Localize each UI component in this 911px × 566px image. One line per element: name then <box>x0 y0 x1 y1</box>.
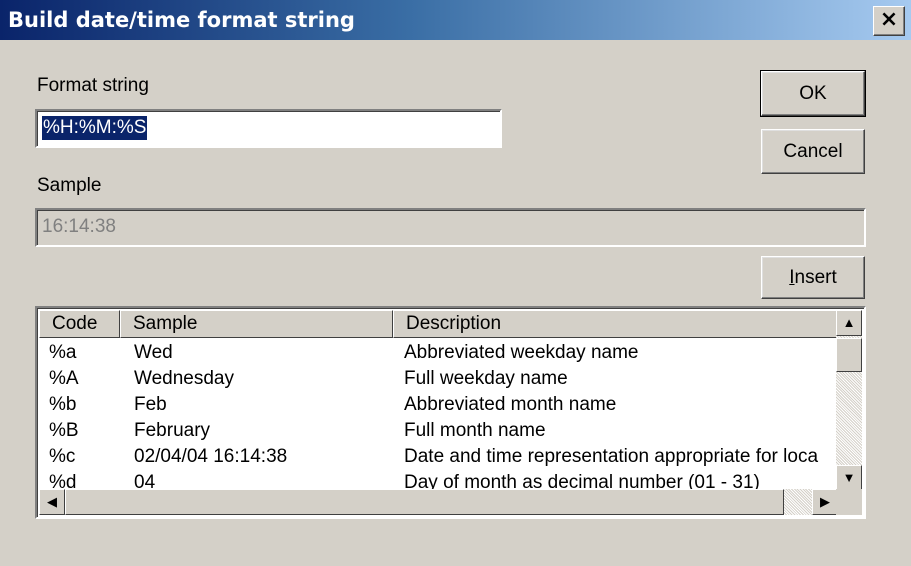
description-cell: Full month name <box>404 420 546 441</box>
sample-cell: 04 <box>134 472 156 491</box>
column-header-code[interactable]: Code <box>39 310 120 338</box>
code-cell: %B <box>49 420 79 441</box>
format-string-label: Format string <box>37 75 149 96</box>
format-code-list[interactable]: Code Sample Description %a Wed Abbreviat… <box>35 306 866 519</box>
ok-button[interactable]: OK <box>760 70 866 117</box>
scrollbar-corner <box>836 489 862 515</box>
close-icon: × <box>879 7 899 32</box>
sample-cell: Feb <box>134 394 167 415</box>
arrow-down-icon: ▼ <box>842 470 856 485</box>
horizontal-scroll-thumb[interactable] <box>65 489 784 515</box>
cancel-button-label: Cancel <box>783 141 843 162</box>
code-cell: %A <box>49 368 79 389</box>
sample-cell: Wednesday <box>134 368 234 389</box>
description-cell: Full weekday name <box>404 368 568 389</box>
description-cell: Day of month as decimal number (01 - 31) <box>404 472 760 491</box>
arrow-up-icon: ▲ <box>842 315 856 330</box>
vertical-scroll-thumb[interactable] <box>836 338 862 372</box>
sample-cell: 02/04/04 16:14:38 <box>134 446 288 467</box>
code-cell: %d <box>49 472 77 491</box>
insert-button[interactable]: Insert <box>761 256 865 299</box>
list-row[interactable]: %c 02/04/04 16:14:38 Date and time repre… <box>39 444 836 470</box>
close-button[interactable]: × <box>873 6 905 36</box>
description-cell: Abbreviated weekday name <box>404 342 639 363</box>
column-header-description[interactable]: Description <box>393 310 838 338</box>
code-cell: %b <box>49 394 77 415</box>
scroll-right-button[interactable]: ▶ <box>812 489 838 515</box>
description-cell: Date and time representation appropriate… <box>404 446 819 467</box>
sample-field: 16:14:38 <box>35 208 866 247</box>
sample-cell: February <box>134 420 211 441</box>
title-bar: Build date/time format string × <box>0 0 911 40</box>
code-cell: %a <box>49 342 77 363</box>
cancel-button[interactable]: Cancel <box>761 129 865 174</box>
scroll-left-button[interactable]: ◀ <box>39 489 65 515</box>
arrow-right-icon: ▶ <box>820 494 830 509</box>
sample-cell: Wed <box>134 342 173 363</box>
format-dialog: Build date/time format string × Format s… <box>0 0 911 566</box>
sample-value: 16:14:38 <box>42 216 116 237</box>
sample-label: Sample <box>37 175 102 196</box>
code-cell: %c <box>49 446 76 467</box>
column-header-sample[interactable]: Sample <box>120 310 393 338</box>
scroll-down-button[interactable]: ▼ <box>836 465 862 491</box>
list-row[interactable]: %d 04 Day of month as decimal number (01… <box>39 470 836 491</box>
format-string-input[interactable]: %H:%M:%S <box>35 109 502 148</box>
dialog-title: Build date/time format string <box>8 8 355 32</box>
scroll-up-button[interactable]: ▲ <box>836 310 862 336</box>
arrow-left-icon: ◀ <box>47 494 57 509</box>
format-string-value: %H:%M:%S <box>42 116 148 140</box>
horizontal-scrollbar[interactable]: ◀ ▶ <box>39 489 838 515</box>
vertical-scrollbar[interactable]: ▲ ▼ <box>836 310 862 491</box>
description-cell: Abbreviated month name <box>404 394 617 415</box>
ok-button-label: OK <box>799 83 827 104</box>
insert-label: nsert <box>794 267 837 288</box>
